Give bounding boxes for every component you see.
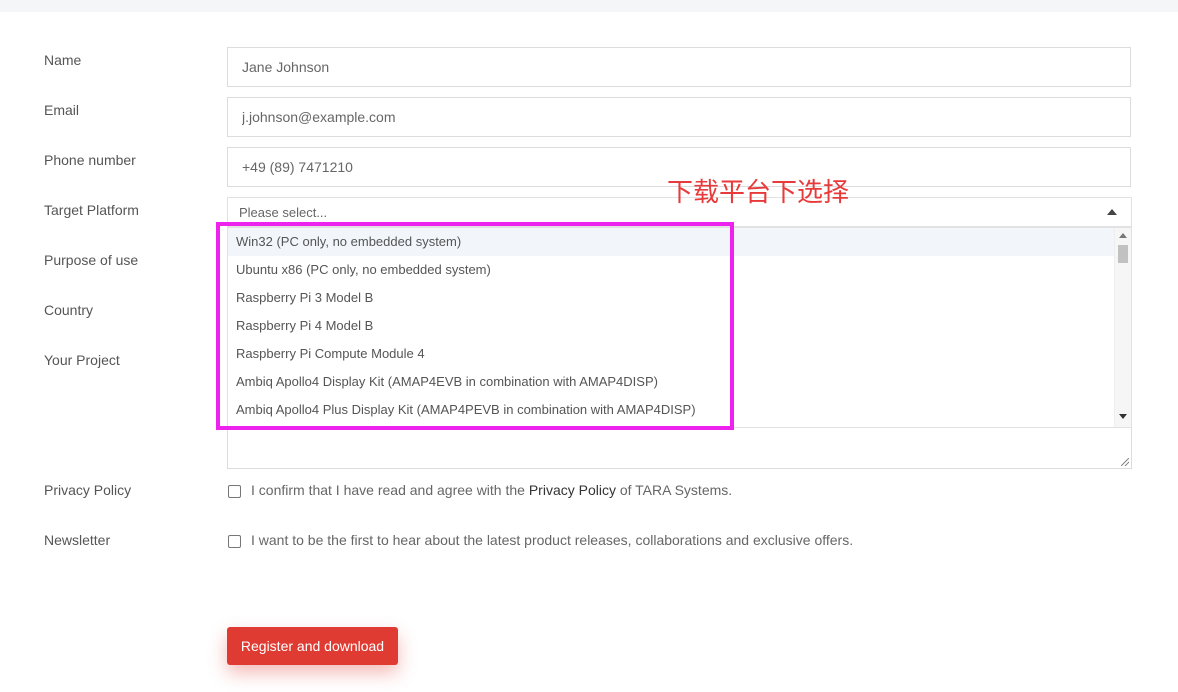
scroll-down-arrow-icon[interactable] [1119,414,1127,419]
register-download-button[interactable]: Register and download [227,627,398,665]
email-input[interactable] [227,97,1131,137]
scroll-up-arrow-icon[interactable] [1119,233,1127,238]
dropdown-scrollbar[interactable] [1114,228,1131,427]
platform-option[interactable]: Ambiq Apollo4 Display Kit (AMAP4EVB in c… [228,368,1116,396]
registration-page: Name Email Phone number Target Platform … [0,0,1178,692]
privacy-text-before: I confirm that I have read and agree wit… [251,482,529,498]
privacy-checkbox[interactable] [228,485,241,498]
target-platform-dropdown: Win32 (PC only, no embedded system) Ubun… [227,227,1132,428]
email-label: Email [44,102,80,118]
platform-option[interactable]: Ubuntu x86 (PC only, no embedded system) [228,256,1116,284]
annotation-text: 下载平台下选择 [667,178,850,208]
phone-label: Phone number [44,152,136,168]
platform-option[interactable]: Win32 (PC only, no embedded system) [228,228,1116,256]
project-label: Your Project [44,352,120,368]
newsletter-text: I want to be the first to hear about the… [251,532,854,548]
privacy-text-after: of TARA Systems. [615,482,733,498]
target-platform-placeholder: Please select... [239,205,328,220]
name-input[interactable] [227,47,1131,87]
platform-option[interactable]: Raspberry Pi Compute Module 4 [228,340,1116,368]
resize-handle-icon[interactable] [1121,458,1129,466]
name-label: Name [44,52,82,68]
country-label: Country [44,302,94,318]
privacy-text: I confirm that I have read and agree wit… [251,482,732,498]
project-textarea[interactable] [227,427,1132,469]
purpose-label: Purpose of use [44,252,139,268]
top-bar [0,0,1178,12]
privacy-label: Privacy Policy [44,482,132,498]
platform-option[interactable]: Ambiq Apollo4 Plus Display Kit (AMAP4PEV… [228,396,1116,424]
privacy-policy-link[interactable]: Privacy Policy [529,482,616,498]
chevron-up-icon [1107,209,1117,215]
newsletter-checkbox[interactable] [228,535,241,548]
newsletter-label: Newsletter [44,532,111,548]
scroll-thumb[interactable] [1118,245,1128,263]
platform-option[interactable]: Raspberry Pi 4 Model B [228,312,1116,340]
platform-option[interactable]: Raspberry Pi 3 Model B [228,284,1116,312]
target-platform-label: Target Platform [44,202,139,218]
